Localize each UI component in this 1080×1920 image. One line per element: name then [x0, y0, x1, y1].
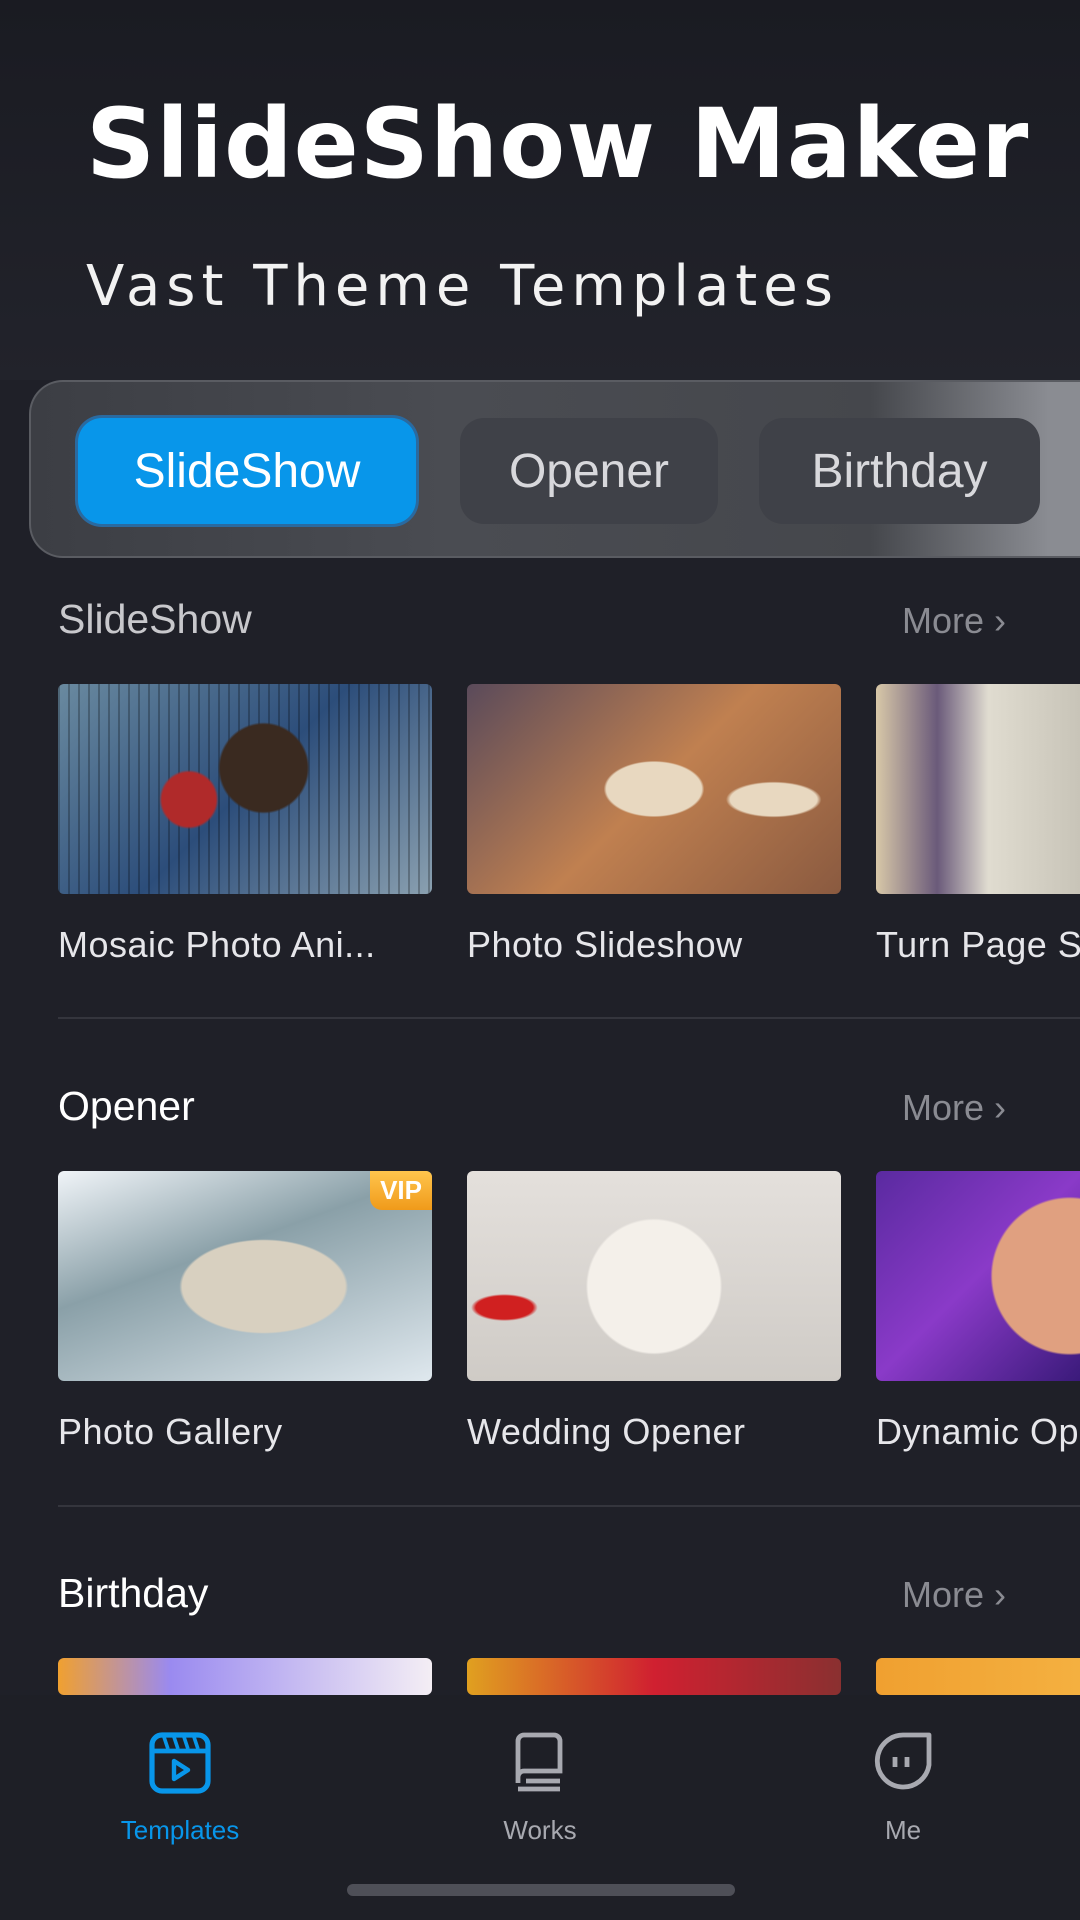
divider: [58, 1017, 1080, 1019]
nav-me[interactable]: Me: [803, 1731, 1003, 1846]
app-subtitle: Vast Theme Templates: [86, 254, 839, 319]
chevron-right-icon: ›: [994, 1574, 1007, 1615]
chevron-right-icon: ›: [994, 1087, 1007, 1128]
template-label: Turn Page S: [876, 924, 1080, 965]
tab-slideshow[interactable]: SlideShow: [78, 418, 416, 524]
template-thumb-turn-page[interactable]: [876, 684, 1080, 894]
header: SlideShow Maker Vast Theme Templates: [0, 0, 1080, 380]
template-thumb-wedding-opener[interactable]: [467, 1171, 841, 1381]
template-thumb-dynamic-opener[interactable]: [876, 1171, 1080, 1381]
vip-badge: VIP: [370, 1171, 432, 1210]
template-label: Wedding Opener: [467, 1411, 746, 1452]
category-tab-bar: SlideShow Opener Birthday: [29, 380, 1080, 558]
nav-templates[interactable]: Templates: [80, 1731, 280, 1846]
chevron-right-icon: ›: [994, 600, 1007, 641]
nav-works[interactable]: Works: [440, 1731, 640, 1846]
template-label: Dynamic Op: [876, 1411, 1080, 1452]
template-label: Photo Slideshow: [467, 924, 743, 965]
nav-label: Templates: [120, 1815, 240, 1845]
section-title-birthday: Birthday: [58, 1570, 209, 1616]
divider: [58, 1505, 1080, 1507]
tab-birthday[interactable]: Birthday: [759, 418, 1040, 524]
template-thumb-birthday-3[interactable]: [876, 1658, 1080, 1695]
more-label: More: [902, 1087, 985, 1128]
template-label: Mosaic Photo Ani...: [58, 924, 376, 965]
more-opener-link[interactable]: More ›: [902, 1087, 1006, 1129]
more-slideshow-link[interactable]: More ›: [902, 600, 1006, 642]
template-thumb-photo-gallery[interactable]: VIP: [58, 1171, 432, 1381]
clapper-video-icon: [149, 1732, 211, 1794]
nav-label: Works: [503, 1815, 577, 1845]
app-title: SlideShow Maker: [86, 88, 1030, 200]
template-thumb-birthday-2[interactable]: [467, 1658, 841, 1695]
tab-opener[interactable]: Opener: [460, 418, 718, 524]
more-birthday-link[interactable]: More ›: [902, 1574, 1006, 1616]
template-thumb-birthday-1[interactable]: [58, 1658, 432, 1695]
home-indicator[interactable]: [347, 1884, 735, 1896]
face-icon: [874, 1732, 932, 1790]
more-label: More: [902, 1574, 985, 1615]
template-label: Photo Gallery: [58, 1411, 283, 1452]
template-thumb-photo-slideshow[interactable]: [467, 684, 841, 894]
template-thumb-mosaic[interactable]: [58, 684, 432, 894]
nav-label: Me: [884, 1815, 922, 1845]
more-label: More: [902, 600, 985, 641]
section-title-opener: Opener: [58, 1083, 195, 1129]
section-title-slideshow: SlideShow: [58, 596, 252, 642]
book-icon: [515, 1732, 563, 1792]
